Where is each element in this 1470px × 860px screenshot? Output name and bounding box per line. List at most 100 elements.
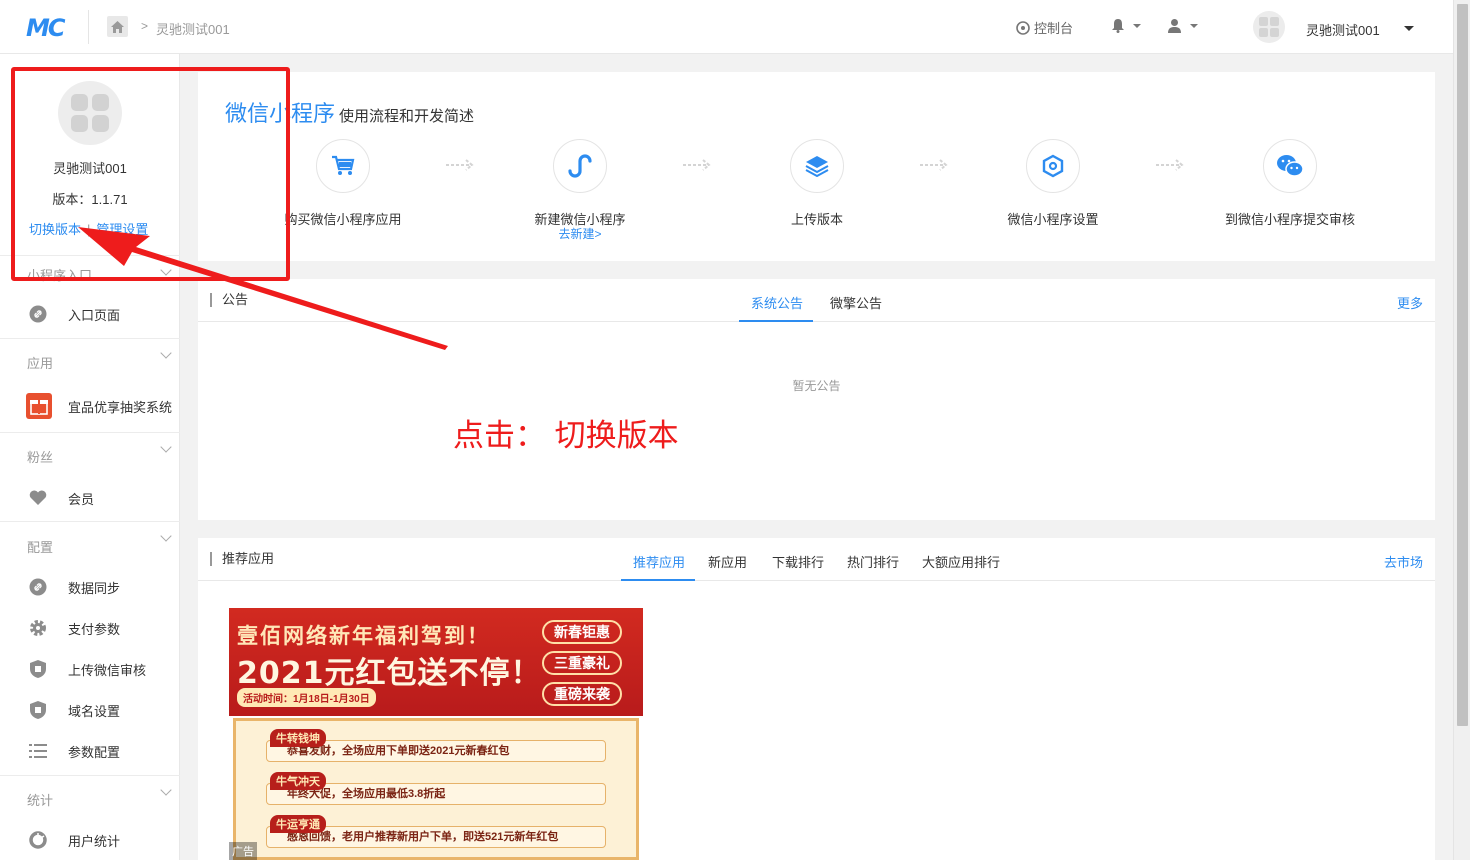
step-label: 微信小程序设置 — [1007, 212, 1099, 227]
announcement-title: 公告 — [210, 293, 248, 307]
sidebar-item-data-sync[interactable]: 数据同步 — [0, 572, 180, 602]
chart-icon — [28, 830, 48, 850]
sidebar-group-stats[interactable]: 统计 — [0, 775, 180, 815]
sidebar-item-lottery-app[interactable]: 宜品优享抽奖系统 — [0, 391, 180, 421]
sidebar-item-label: 数据同步 — [68, 580, 121, 596]
empty-announcement: 暂无公告 — [792, 379, 841, 393]
console-link[interactable]: 控制台 — [1016, 18, 1073, 37]
dashboard-icon — [1016, 20, 1030, 35]
account-name[interactable]: 灵驰测试001 — [1306, 20, 1380, 39]
flow-step-create[interactable]: 新建微信小程序 去新建> — [480, 139, 680, 242]
sidebar-item-domain[interactable]: 域名设置 — [0, 695, 180, 725]
gift-icon — [26, 393, 52, 419]
active-tab-indicator — [621, 579, 695, 581]
ad-banner[interactable]: 壹佰网络新年福利驾到！ 2021元红包送不停！ 活动时间：1月18日-1月30日… — [229, 608, 643, 860]
user-icon — [1168, 19, 1181, 33]
arrow-right-icon — [683, 159, 711, 171]
page-scrollbar[interactable] — [1453, 0, 1470, 860]
sidebar-item-upload-review[interactable]: 上传微信审核 — [0, 654, 180, 684]
account-caret-icon[interactable] — [1404, 26, 1414, 31]
ad-banner-top: 壹佰网络新年福利驾到！ 2021元红包送不停！ 活动时间：1月18日-1月30日… — [229, 608, 643, 716]
ad-tag: 牛气冲天 — [270, 772, 326, 790]
app-logo[interactable]: MC — [26, 14, 65, 42]
sidebar-group-fans[interactable]: 粉丝 — [0, 432, 180, 472]
sidebar-item-label: 支付参数 — [68, 621, 121, 637]
console-label: 控制台 — [1034, 21, 1074, 36]
link-icon — [28, 304, 48, 324]
sidebar-item-label: 会员 — [68, 491, 95, 507]
annotation-instruction: 点击： 切换版本 — [453, 418, 679, 453]
cart-icon — [316, 139, 370, 193]
announcement-card: 公告 系统公告 微擎公告 更多 暂无公告 — [198, 279, 1435, 520]
sidebar-item-label: 参数配置 — [68, 744, 121, 760]
miniprogram-icon — [553, 139, 607, 193]
chevron-down-icon — [160, 784, 172, 796]
sidebar-item-label: 上传微信审核 — [68, 662, 147, 678]
sidebar-group-config[interactable]: 配置 — [0, 521, 180, 561]
sidebar-group-label: 配置 — [27, 540, 54, 555]
chevron-down-icon — [160, 441, 172, 453]
link-icon — [28, 577, 48, 597]
shield-icon — [28, 700, 48, 720]
ad-label: 广告 — [229, 842, 257, 860]
sidebar-item-label: 入口页面 — [68, 307, 121, 323]
highlight-box — [11, 67, 290, 281]
go-create-link[interactable]: 去新建> — [480, 225, 680, 242]
tab-weiqing-announcement[interactable]: 微擎公告 — [830, 293, 882, 312]
chevron-down-icon — [1190, 23, 1198, 28]
flow-step-upload[interactable]: 上传版本 — [717, 139, 917, 228]
layers-icon — [790, 139, 844, 193]
ad-pill: 重磅来袭 — [542, 682, 622, 706]
header-divider — [88, 10, 89, 44]
bell-icon — [1112, 19, 1124, 33]
active-tab-indicator — [739, 320, 813, 322]
ad-pill: 三重豪礼 — [542, 651, 622, 675]
top-header: MC > 灵驰测试001 控制台 灵驰测试001 — [0, 0, 1453, 54]
flow-step-submit[interactable]: 到微信小程序提交审核 — [1190, 139, 1390, 228]
sidebar-group-label: 统计 — [27, 793, 54, 808]
sidebar-group-label: 粉丝 — [27, 450, 54, 465]
tab-new-apps[interactable]: 新应用 — [708, 552, 747, 571]
arrow-right-icon — [446, 159, 474, 171]
heart-icon — [28, 488, 48, 508]
recommend-title: 推荐应用 — [210, 552, 274, 566]
ad-pill: 新春钜惠 — [542, 620, 622, 644]
notification-menu[interactable] — [1111, 18, 1141, 33]
tab-large-app-rank[interactable]: 大额应用排行 — [922, 552, 1000, 571]
home-icon[interactable] — [107, 16, 128, 37]
ad-headline: 壹佰网络新年福利驾到！ — [237, 624, 490, 648]
sidebar-group-apps[interactable]: 应用 — [0, 338, 180, 378]
breadcrumb-current: 灵驰测试001 — [156, 22, 230, 37]
tab-download-rank[interactable]: 下载排行 — [772, 552, 824, 571]
ad-tag: 牛转钱坤 — [270, 729, 326, 747]
arrow-right-icon — [1156, 159, 1184, 171]
recommend-header: 推荐应用 推荐应用 新应用 下载排行 热门排行 大额应用排行 去市场 — [198, 538, 1435, 581]
more-link[interactable]: 更多 — [1397, 293, 1423, 312]
tab-hot-rank[interactable]: 热门排行 — [847, 552, 899, 571]
sidebar-item-members[interactable]: 会员 — [0, 483, 180, 513]
tab-recommend[interactable]: 推荐应用 — [633, 552, 685, 571]
arrow-right-icon — [920, 159, 948, 171]
user-menu[interactable] — [1167, 18, 1198, 33]
ad-banner-bottom: 恭喜发财，全场应用下单即送2021元新春红包 牛转钱坤 年终大促，全场应用最低3… — [233, 718, 639, 860]
chevron-down-icon — [160, 530, 172, 542]
account-avatar[interactable] — [1253, 11, 1285, 43]
flow-step-settings[interactable]: 微信小程序设置 — [953, 139, 1153, 228]
go-market-link[interactable]: 去市场 — [1384, 552, 1423, 571]
sidebar-item-user-stats[interactable]: 用户统计 — [0, 825, 180, 855]
sidebar-item-label: 宜品优享抽奖系统 — [68, 399, 173, 415]
gear-icon — [28, 618, 48, 638]
chevron-down-icon — [1133, 23, 1141, 28]
sidebar-item-payment[interactable]: 支付参数 — [0, 613, 180, 643]
sidebar-group-label: 应用 — [27, 356, 54, 371]
sidebar-item-params[interactable]: 参数配置 — [0, 736, 180, 766]
tab-system-announcement[interactable]: 系统公告 — [751, 293, 803, 312]
shield-icon — [28, 659, 48, 679]
sidebar-item-entry-page[interactable]: 入口页面 — [0, 299, 180, 329]
wechat-icon — [1263, 139, 1317, 193]
scrollbar-thumb[interactable] — [1457, 4, 1468, 726]
ad-tag: 牛运亨通 — [270, 815, 326, 833]
ad-date: 活动时间：1月18日-1月30日 — [237, 688, 376, 707]
sidebar-item-label: 域名设置 — [68, 703, 121, 719]
hexagon-icon — [1026, 139, 1080, 193]
